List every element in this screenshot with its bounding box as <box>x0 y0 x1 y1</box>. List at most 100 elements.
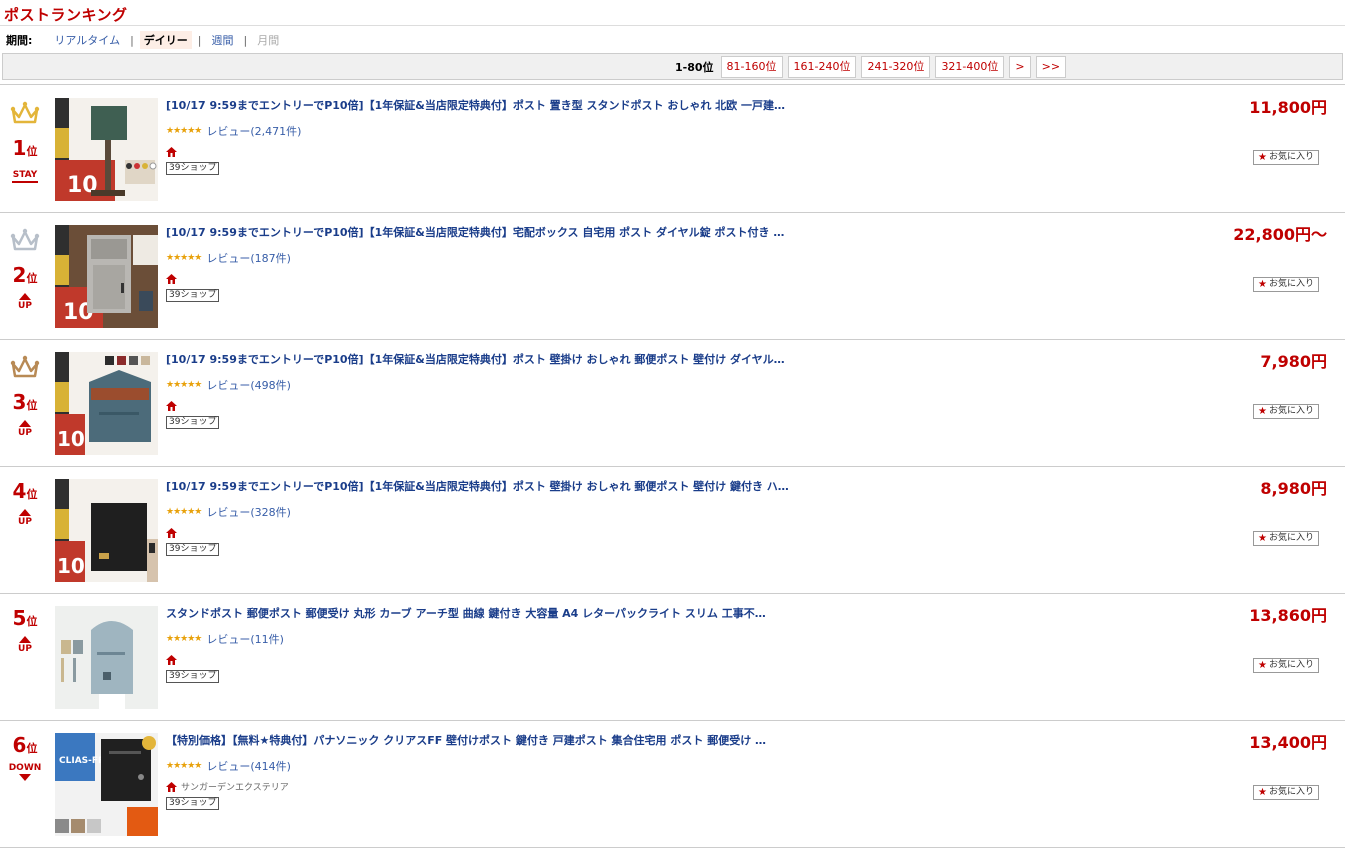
panasonic-post-thumbnail[interactable]: CLIAS-FF <box>55 733 158 836</box>
arrow-up-icon <box>19 420 31 427</box>
rank-suffix: 位 <box>26 488 38 501</box>
rank-status-up: UP <box>0 509 50 527</box>
review-link[interactable]: レビュー(328件) <box>206 504 291 520</box>
svg-text:10: 10 <box>57 427 85 451</box>
shop-line <box>166 653 1206 666</box>
review-line: ★★★★★ レビュー(414件) <box>166 758 1206 774</box>
rank-number: 5位 <box>0 606 50 630</box>
favorite-button[interactable]: ★ お気に入り <box>1253 785 1319 800</box>
shop-line <box>166 526 1206 539</box>
rank-status-up: UP <box>0 636 50 654</box>
39shop-badge: 39ショップ <box>166 289 220 302</box>
rank-value: 2 <box>12 263 27 287</box>
rank-value: 4 <box>12 479 27 503</box>
arrow-up-icon <box>19 509 31 516</box>
period-selector: 期間: リアルタイム | デイリー | 週間 | 月間 <box>6 31 283 49</box>
shop-line <box>166 272 1206 285</box>
shop-line: サンガーデンエクステリア <box>166 780 1206 793</box>
rank-suffix: 位 <box>26 272 38 285</box>
rank-number: 6位 <box>0 733 50 757</box>
rating-stars-icon: ★★★★★ <box>166 380 202 390</box>
svg-text:10: 10 <box>57 554 85 578</box>
shop-home-icon <box>166 400 177 411</box>
favorite-label: お気に入り <box>1268 533 1314 543</box>
rank-status-text: STAY <box>12 170 38 180</box>
pagination-81-160[interactable]: 81-160位 <box>720 55 783 78</box>
shop-home-icon <box>166 781 177 792</box>
pagination-last[interactable]: >> <box>1035 55 1067 78</box>
item-name-link[interactable]: [10/17 9:59までエントリーでP10倍]【1年保証&当店限定特典付】ポス… <box>166 97 806 113</box>
39shop-badge: 39ショップ <box>166 797 220 810</box>
item-price: 22,800円〜 <box>1233 225 1327 244</box>
period-option-daily[interactable]: デイリー <box>139 31 192 49</box>
period-separator: | <box>130 33 134 47</box>
favorite-button[interactable]: ★ お気に入り <box>1253 277 1319 292</box>
stay-bar-icon <box>12 181 38 183</box>
arch-stand-post-thumbnail[interactable] <box>55 606 158 709</box>
period-option-weekly[interactable]: 週間 <box>208 31 238 49</box>
item-name-link[interactable]: 【特別価格】【無料★特典付】パナソニック クリアスFF 壁付けポスト 鍵付き 戸… <box>166 732 806 748</box>
page-title: ポストランキング <box>4 6 128 24</box>
item-name-link[interactable]: [10/17 9:59までエントリーでP10倍]【1年保証&当店限定特典付】ポス… <box>166 478 806 494</box>
star-icon: ★ <box>1258 406 1267 417</box>
favorite-button[interactable]: ★ お気に入り <box>1253 150 1319 165</box>
star-icon: ★ <box>1258 660 1267 671</box>
rank-status-text: UP <box>18 428 32 438</box>
item-name-link[interactable]: [10/17 9:59までエントリーでP10倍]【1年保証&当店限定特典付】ポス… <box>166 351 806 367</box>
ranking-page: ポストランキング 期間: リアルタイム | デイリー | 週間 | 月間 1-8… <box>0 0 1345 848</box>
item-price: 8,980円 <box>1260 479 1327 498</box>
shop-name-link[interactable]: サンガーデンエクステリア <box>181 780 289 793</box>
39shop-badge: 39ショップ <box>166 416 220 429</box>
arrow-up-icon <box>19 293 31 300</box>
crown-icon <box>10 355 40 378</box>
rating-stars-icon: ★★★★★ <box>166 761 202 771</box>
pager-divider <box>0 84 1345 85</box>
rating-stars-icon: ★★★★★ <box>166 126 202 136</box>
rank-value: 3 <box>12 390 27 414</box>
pagination-241-320[interactable]: 241-320位 <box>861 55 931 78</box>
period-separator: | <box>243 33 248 47</box>
pagination-next[interactable]: > <box>1009 55 1031 78</box>
item-info: [10/17 9:59までエントリーでP10倍]【1年保証&当店限定特典付】ポス… <box>166 97 1206 175</box>
black-wall-post-thumbnail[interactable]: 10 <box>55 479 158 582</box>
period-option-realtime[interactable]: リアルタイム <box>50 31 124 49</box>
period-label: 期間: <box>6 34 33 47</box>
rating-stars-icon: ★★★★★ <box>166 634 202 644</box>
review-link[interactable]: レビュー(498件) <box>206 377 291 393</box>
wall-post-thumbnail[interactable]: 10 <box>55 352 158 455</box>
arrow-down-icon <box>19 774 31 781</box>
item-price: 11,800円 <box>1249 98 1327 117</box>
item-name-link[interactable]: [10/17 9:59までエントリーでP10倍]【1年保証&当店限定特典付】宅配… <box>166 224 806 240</box>
rank-value: 1 <box>12 136 27 160</box>
favorite-label: お気に入り <box>1268 787 1314 797</box>
favorite-label: お気に入り <box>1268 660 1314 670</box>
item-info: 【特別価格】【無料★特典付】パナソニック クリアスFF 壁付けポスト 鍵付き 戸… <box>166 732 1206 810</box>
favorite-button[interactable]: ★ お気に入り <box>1253 404 1319 419</box>
pagination-321-400[interactable]: 321-400位 <box>935 55 1005 78</box>
review-link[interactable]: レビュー(414件) <box>206 758 291 774</box>
stand-post-thumbnail[interactable]: 10 <box>55 98 158 201</box>
review-link[interactable]: レビュー(187件) <box>206 250 291 266</box>
favorite-button[interactable]: ★ お気に入り <box>1253 531 1319 546</box>
rank-status-text: UP <box>18 301 32 311</box>
item-price: 13,400円 <box>1249 733 1327 752</box>
period-option-monthly: 月間 <box>257 34 280 47</box>
rank-status-text: DOWN <box>8 763 42 773</box>
rating-stars-icon: ★★★★★ <box>166 507 202 517</box>
ranking-row: 5位 UP スタンドポスト 郵便ポスト 郵便受け 丸形 カーブ アーチ型 曲線 鍵付… <box>0 594 1345 721</box>
delivery-box-thumbnail[interactable]: 10 <box>55 225 158 328</box>
review-line: ★★★★★ レビュー(2,471件) <box>166 123 1206 139</box>
item-price: 13,860円 <box>1249 606 1327 625</box>
review-line: ★★★★★ レビュー(328件) <box>166 504 1206 520</box>
rank-suffix: 位 <box>26 399 38 412</box>
review-link[interactable]: レビュー(11件) <box>206 631 284 647</box>
shop-line <box>166 399 1206 412</box>
item-name-link[interactable]: スタンドポスト 郵便ポスト 郵便受け 丸形 カーブ アーチ型 曲線 鍵付き 大容… <box>166 605 806 621</box>
review-link[interactable]: レビュー(2,471件) <box>206 123 301 139</box>
arrow-up-icon <box>19 636 31 643</box>
star-icon: ★ <box>1258 152 1267 163</box>
pagination-bar: 1-80位 81-160位 161-240位 241-320位 321-400位… <box>2 53 1343 80</box>
pagination-161-240[interactable]: 161-240位 <box>787 55 857 78</box>
rank-value: 5 <box>12 606 27 630</box>
favorite-button[interactable]: ★ お気に入り <box>1253 658 1319 673</box>
